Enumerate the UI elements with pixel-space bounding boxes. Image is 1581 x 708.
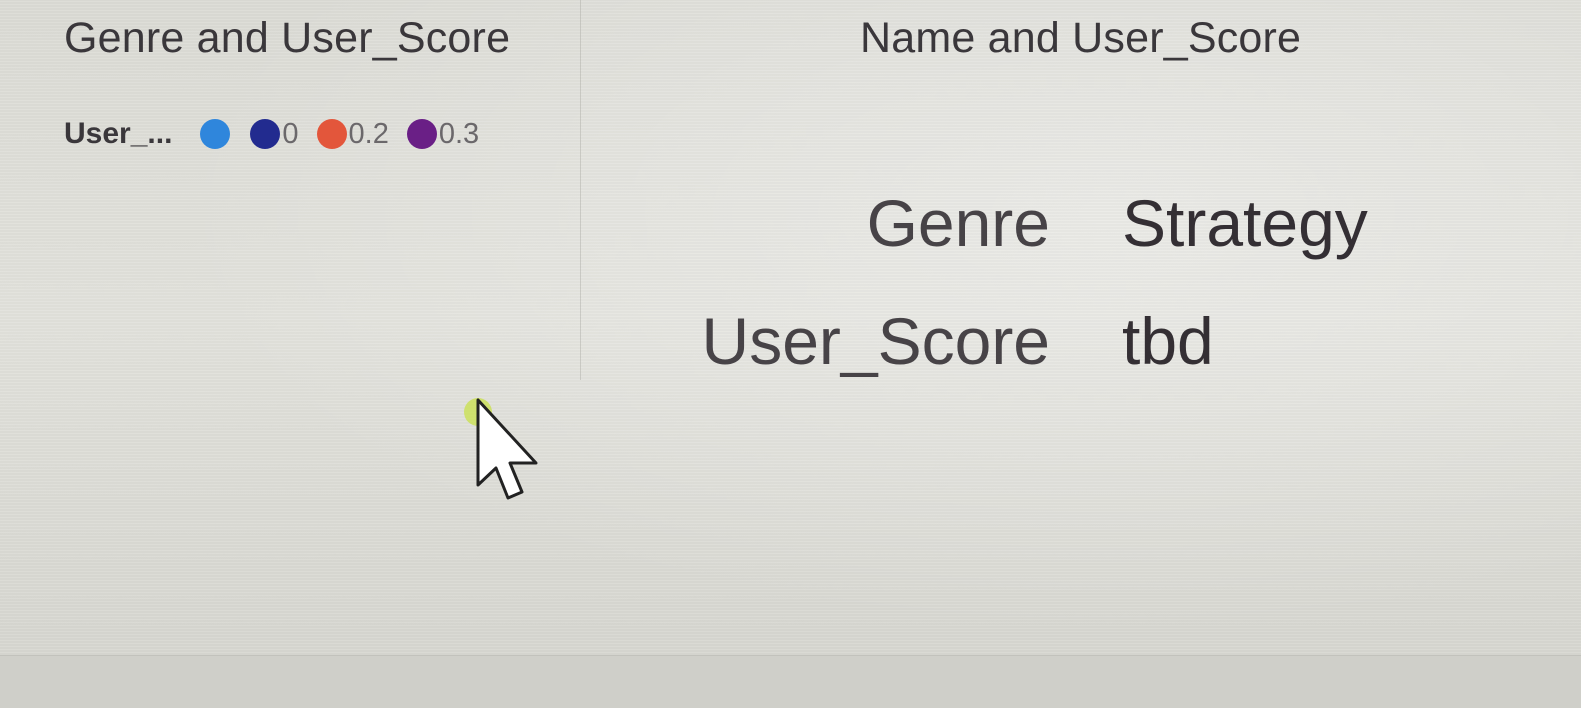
visual-title: Genre and User_Score: [64, 14, 511, 62]
card-field-label: User_Score: [701, 304, 1050, 378]
card-field-value: tbd: [1122, 304, 1214, 378]
legend-label: 0: [282, 117, 299, 150]
legend-item[interactable]: 0.3: [406, 117, 483, 151]
report-canvas-bottom: [0, 655, 1581, 708]
legend-item[interactable]: [200, 119, 236, 149]
legend-dot-icon: [406, 119, 437, 149]
card-field-label: Genre: [866, 186, 1050, 260]
legend-label: 0.2: [348, 117, 389, 150]
legend: User_... 0 0.2 0.3: [64, 112, 497, 156]
legend-title: User_...: [64, 117, 173, 150]
legend-dot-icon: [200, 119, 231, 149]
legend-dot-icon: [250, 119, 281, 149]
visual-title: Name and User_Score: [860, 14, 1302, 62]
legend-dot-icon: [316, 119, 347, 149]
legend-item[interactable]: 0.2: [316, 117, 393, 151]
card-row: User_Score tbd: [620, 303, 1560, 421]
name-user-score-visual[interactable]: Name and User_Score Genre Strategy User_…: [620, 0, 1560, 420]
card-row: Genre Strategy: [620, 185, 1560, 303]
arrow-pointer-icon: [464, 398, 538, 500]
legend-label: 0.3: [438, 117, 480, 150]
legend-item[interactable]: 0: [250, 118, 302, 151]
card-field-value: Strategy: [1122, 186, 1368, 260]
genre-user-score-visual[interactable]: Genre and User_Score User_... 0 0.2 0.3: [40, 0, 581, 380]
multi-row-card: Genre Strategy User_Score tbd: [620, 185, 1560, 421]
